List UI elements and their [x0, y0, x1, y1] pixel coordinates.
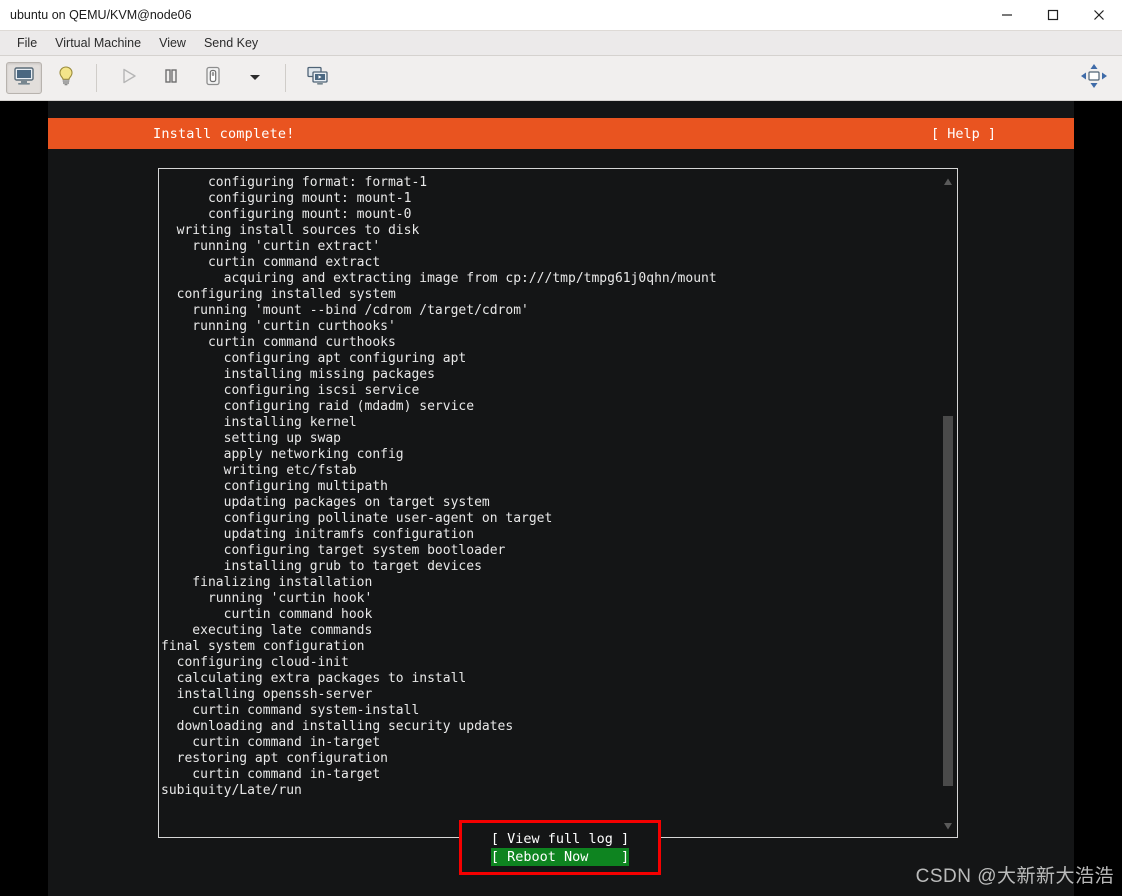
virt-manager-window: ubuntu on QEMU/KVM@node06 File Virtual M…: [0, 0, 1122, 896]
log-line: updating initramfs configuration: [161, 527, 475, 542]
minimize-button[interactable]: [984, 0, 1030, 30]
menu-item-file[interactable]: File: [8, 33, 46, 53]
reboot-now-button[interactable]: [ Reboot Now ]: [490, 847, 630, 866]
log-line: configuring mount: mount-1: [161, 191, 412, 206]
log-line: configuring pollinate user-agent on targ…: [161, 511, 553, 526]
toolbar-separator-2: [285, 64, 286, 92]
csdn-watermark: CSDN @大新新大浩浩: [915, 866, 1114, 887]
show-details-button[interactable]: [48, 62, 84, 94]
console-letterbox-right: [1074, 101, 1122, 896]
power-icon: [203, 65, 223, 92]
log-line: setting up swap: [161, 431, 342, 446]
run-button[interactable]: [111, 62, 147, 94]
pause-icon: [161, 66, 181, 91]
view-full-log-button[interactable]: [ View full log ]: [491, 830, 629, 848]
log-line: configuring format: format-1: [161, 175, 428, 190]
toolbar: [0, 56, 1122, 101]
lightbulb-icon: [56, 65, 76, 92]
window-title: ubuntu on QEMU/KVM@node06: [10, 8, 192, 22]
log-line: running 'curtin extract': [161, 239, 381, 254]
menu-bar: File Virtual Machine View Send Key: [0, 31, 1122, 56]
shutdown-menu-button[interactable]: [237, 62, 273, 94]
log-line: downloading and installing security upda…: [161, 719, 514, 734]
scroll-up-arrow-icon[interactable]: [942, 175, 954, 187]
log-line: curtin command hook: [161, 607, 373, 622]
log-line: writing etc/fstab: [161, 463, 357, 478]
log-line: running 'mount --bind /cdrom /target/cdr…: [161, 303, 529, 318]
log-line: running 'curtin curthooks': [161, 319, 396, 334]
log-line: configuring installed system: [161, 287, 396, 302]
log-line: configuring target system bootloader: [161, 543, 506, 558]
log-line: writing install sources to disk: [161, 223, 420, 238]
log-line: configuring cloud-init: [161, 655, 349, 670]
close-button[interactable]: [1076, 0, 1122, 30]
log-scrollbar[interactable]: [939, 169, 957, 837]
window-controls: [984, 0, 1122, 30]
log-line: configuring raid (mdadm) service: [161, 399, 475, 414]
log-line: curtin command extract: [161, 255, 381, 270]
log-line: installing grub to target devices: [161, 559, 482, 574]
menu-item-virtual-machine[interactable]: Virtual Machine: [46, 33, 150, 53]
log-line: installing missing packages: [161, 367, 435, 382]
fullscreen-button[interactable]: [1076, 62, 1112, 94]
snapshots-icon: [306, 65, 330, 92]
shutdown-button[interactable]: [195, 62, 231, 94]
install-log-box: configuring format: format-1 configuring…: [158, 168, 958, 838]
log-line: installing kernel: [161, 415, 357, 430]
help-button[interactable]: [ Help ]: [931, 126, 996, 142]
log-line: configuring mount: mount-0: [161, 207, 412, 222]
log-line: curtin command in-target: [161, 767, 381, 782]
console-letterbox-left: [0, 101, 48, 896]
log-line: acquiring and extracting image from cp:/…: [161, 271, 717, 286]
log-line: calculating extra packages to install: [161, 671, 467, 686]
installer-header-bar: Install complete! [ Help ]: [48, 118, 1074, 149]
toolbar-separator-1: [96, 64, 97, 92]
log-line: restoring apt configuration: [161, 751, 388, 766]
chevron-down-icon: [248, 69, 262, 87]
scrollbar-thumb[interactable]: [943, 416, 953, 786]
play-icon: [119, 66, 139, 91]
pause-button[interactable]: [153, 62, 189, 94]
log-line: curtin command curthooks: [161, 335, 396, 350]
show-console-button[interactable]: [6, 62, 42, 94]
install-log-text: configuring format: format-1 configuring…: [159, 175, 939, 835]
log-line: final system configuration: [161, 639, 365, 654]
log-line: executing late commands: [161, 623, 373, 638]
log-line: configuring apt configuring apt: [161, 351, 467, 366]
log-line: running 'curtin hook': [161, 591, 373, 606]
log-line: configuring iscsi service: [161, 383, 420, 398]
scroll-down-arrow-icon[interactable]: [942, 819, 954, 831]
log-line: configuring multipath: [161, 479, 388, 494]
log-line: finalizing installation: [161, 575, 373, 590]
log-line: curtin command in-target: [161, 735, 381, 750]
log-line: updating packages on target system: [161, 495, 490, 510]
page-title: Install complete!: [153, 125, 295, 142]
installer-actions-highlight: [ View full log ] [ Reboot Now ]: [459, 820, 661, 875]
log-line: subiquity/Late/run: [161, 783, 302, 798]
menu-item-send-key[interactable]: Send Key: [195, 33, 267, 53]
log-line: installing openssh-server: [161, 687, 373, 702]
menu-item-view[interactable]: View: [150, 33, 195, 53]
maximize-button[interactable]: [1030, 0, 1076, 30]
snapshots-button[interactable]: [300, 62, 336, 94]
fullscreen-arrows-icon: [1080, 63, 1108, 94]
log-line: curtin command system-install: [161, 703, 420, 718]
title-bar: ubuntu on QEMU/KVM@node06: [0, 0, 1122, 31]
monitor-icon: [13, 66, 35, 91]
log-line: apply networking config: [161, 447, 404, 462]
